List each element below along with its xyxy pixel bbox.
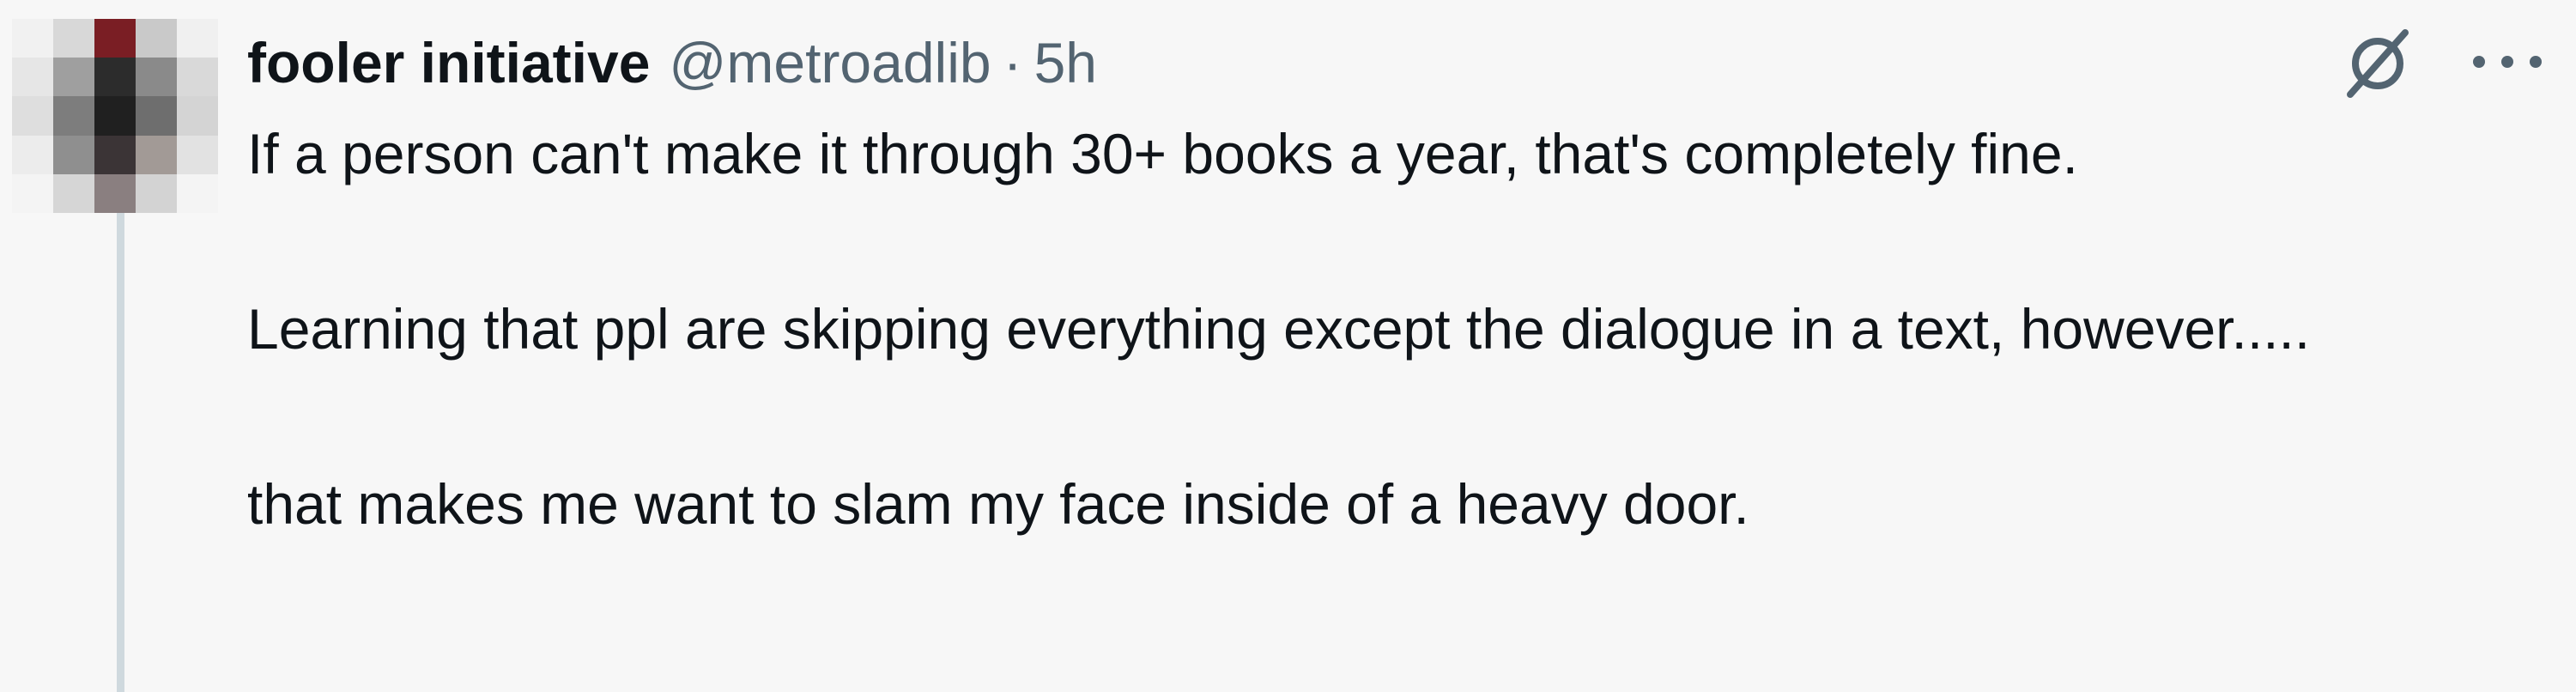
tweet-paragraph: that makes me want to slam my face insid…	[247, 472, 1749, 536]
tweet[interactable]: fooler initiative @metroadlib · 5h If a …	[0, 0, 2576, 692]
grok-icon[interactable]	[2342, 26, 2414, 98]
user-handle[interactable]: @metroadlib	[669, 30, 991, 95]
separator-dot: ·	[1003, 31, 1022, 94]
more-options-icon[interactable]	[2469, 43, 2546, 81]
tweet-text: If a person can't make it through 30+ bo…	[247, 110, 2531, 548]
thread-line	[117, 213, 124, 692]
display-name[interactable]: fooler initiative	[247, 30, 650, 95]
avatar[interactable]	[12, 19, 218, 213]
tweet-paragraph: Learning that ppl are skipping everythin…	[247, 297, 2311, 361]
tweet-paragraph: If a person can't make it through 30+ bo…	[247, 122, 2078, 185]
tweet-header: fooler initiative @metroadlib · 5h	[247, 24, 1097, 101]
timestamp[interactable]: 5h	[1034, 30, 1097, 95]
